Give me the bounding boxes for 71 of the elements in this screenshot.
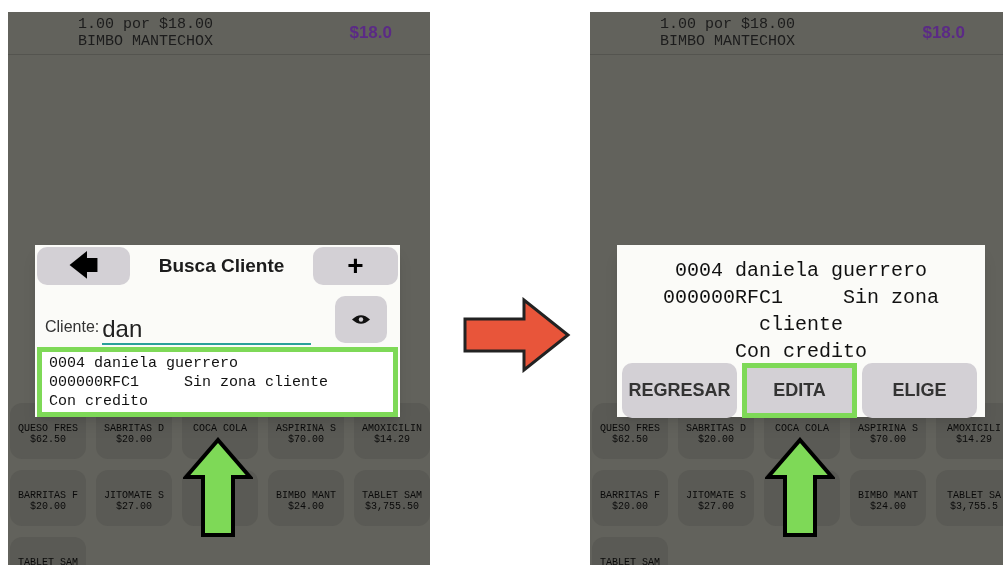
back-arrow-icon: 🡄 xyxy=(68,251,99,281)
total-amount: $18.0 xyxy=(349,22,392,45)
product-tile[interactable]: BIMBO MANT $24.00 xyxy=(268,470,344,526)
product-name: BIMBO MANT xyxy=(276,490,336,501)
up-arrow-icon xyxy=(183,437,253,537)
client-detail-text: 0004 daniela guerrero xyxy=(674,258,927,284)
product-price: $20.00 xyxy=(30,501,66,512)
product-tile[interactable]: BIMBO MANT $24.00 xyxy=(850,470,926,526)
product-tile[interactable]: BARRITAS F $20.00 xyxy=(10,470,86,526)
product-price: $62.50 xyxy=(612,434,648,445)
product-tile[interactable]: TABLET SAM xyxy=(10,537,86,565)
product-name: COCA COLA xyxy=(193,423,247,434)
client-detail-text: 000000RFC1 Sin zona xyxy=(662,285,939,311)
product-name: AMOXICILI xyxy=(947,423,1001,434)
product-name: BARRITAS F xyxy=(600,490,660,501)
product-name: COCA COLA xyxy=(775,423,829,434)
client-search-field[interactable]: dan xyxy=(102,315,312,345)
product-tile[interactable]: JITOMATE S $27.00 xyxy=(96,470,172,526)
product-price: $3,755.5 xyxy=(950,501,998,512)
product-name-text: BIMBO MANTECHOX xyxy=(78,33,214,50)
quantity-price-text: 1.00 por $18.00 xyxy=(78,16,214,33)
product-price: $27.00 xyxy=(116,501,152,512)
product-name: TABLET SAM xyxy=(362,490,422,501)
product-name: ASPIRINA S xyxy=(276,423,336,434)
product-price: $70.00 xyxy=(288,434,324,445)
client-detail-text: cliente xyxy=(759,312,843,338)
product-name: BARRITAS F xyxy=(18,490,78,501)
product-price: $14.29 xyxy=(956,434,992,445)
product-name: BIMBO MANT xyxy=(858,490,918,501)
product-name: JITOMATE S xyxy=(686,490,746,501)
up-arrow-icon xyxy=(765,437,835,537)
product-tile[interactable]: TABLET SAM $3,755.50 xyxy=(354,470,430,526)
back-button[interactable]: 🡄 xyxy=(37,247,130,285)
product-price: $20.00 xyxy=(698,434,734,445)
product-price: $27.00 xyxy=(698,501,734,512)
product-price: $14.29 xyxy=(374,434,410,445)
product-price: $62.50 xyxy=(30,434,66,445)
quantity-price-text: 1.00 por $18.00 xyxy=(660,16,796,33)
right-arrow-icon xyxy=(463,297,571,373)
total-amount: $18.0 xyxy=(922,22,965,45)
product-name: TABLET SAM xyxy=(600,557,660,565)
product-name: QUESO FRES xyxy=(600,423,660,434)
product-name: AMOXICILIN xyxy=(362,423,422,434)
product-tile[interactable]: TABLET SAM xyxy=(592,537,668,565)
product-tile[interactable]: JITOMATE S $27.00 xyxy=(678,470,754,526)
product-name: TABLET SAM xyxy=(18,557,78,565)
product-price: $20.00 xyxy=(612,501,648,512)
client-result-item[interactable]: 0004 daniela guerrero 000000RFC1 Sin zona cliente Con credito xyxy=(37,347,398,417)
product-price: $24.00 xyxy=(870,501,906,512)
product-name-text: BIMBO MANTECHOX xyxy=(660,33,796,50)
client-detail-text: Con credito xyxy=(735,339,867,365)
product-tile[interactable]: BARRITAS F $20.00 xyxy=(592,470,668,526)
add-button[interactable]: + xyxy=(313,247,398,285)
product-price: $20.00 xyxy=(116,434,152,445)
product-price: $24.00 xyxy=(288,501,324,512)
product-tile[interactable]: TABLET SA $3,755.5 xyxy=(936,470,1003,526)
dialog-button[interactable]: REGRESAR xyxy=(622,363,737,418)
product-price: $3,755.50 xyxy=(365,501,419,512)
product-name: TABLET SA xyxy=(947,490,1001,501)
product-name: SABRITAS D xyxy=(104,423,164,434)
show-button[interactable] xyxy=(335,296,387,343)
field-label: Cliente: xyxy=(45,317,100,337)
dialog-button[interactable]: EDITA xyxy=(742,363,857,418)
product-price: $70.00 xyxy=(870,434,906,445)
product-name: QUESO FRES xyxy=(18,423,78,434)
eye-icon xyxy=(352,314,370,325)
dialog-button[interactable]: ELIGE xyxy=(862,363,977,418)
product-name: SABRITAS D xyxy=(686,423,746,434)
product-name: ASPIRINA S xyxy=(858,423,918,434)
dialog-title: Busca Cliente xyxy=(157,253,286,278)
product-name: JITOMATE S xyxy=(104,490,164,501)
